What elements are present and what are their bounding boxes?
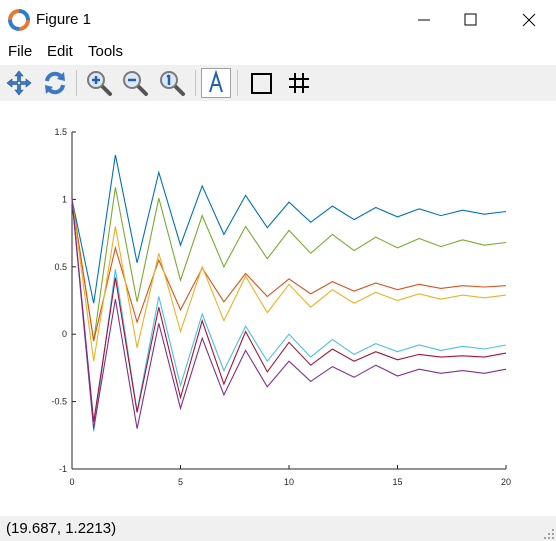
pan-icon bbox=[6, 70, 32, 96]
minimize-button[interactable] bbox=[400, 0, 450, 40]
window-title: Figure 1 bbox=[36, 11, 92, 28]
line-chart[interactable]: 0 5 10 15 20 -1 -0.5 0 0.5 1 1.5 bbox=[0, 101, 556, 516]
zoom-out-button[interactable] bbox=[120, 68, 150, 98]
series-line-7 bbox=[71, 199, 507, 429]
toolbar-separator bbox=[237, 70, 238, 96]
x-tick-label: 20 bbox=[501, 477, 511, 487]
zoom-in-icon bbox=[87, 71, 112, 96]
figure-canvas[interactable]: 0 5 10 15 20 -1 -0.5 0 0.5 1 1.5 bbox=[0, 101, 556, 516]
text-annotation-button[interactable] bbox=[201, 68, 231, 98]
zoom-reset-button[interactable] bbox=[157, 68, 187, 98]
series-line-2 bbox=[71, 187, 507, 341]
y-tick-label: -1 bbox=[59, 464, 67, 474]
series-line-5 bbox=[71, 199, 507, 432]
zoom-out-icon bbox=[123, 71, 148, 96]
menu-bar: File Edit Tools bbox=[0, 41, 556, 65]
maximize-button[interactable] bbox=[446, 0, 496, 40]
menu-tools[interactable]: Tools bbox=[88, 43, 123, 60]
x-tick-label: 5 bbox=[178, 477, 183, 487]
grid-toggle-icon bbox=[289, 73, 309, 93]
zoom-in-button[interactable] bbox=[84, 68, 114, 98]
box-toggle-icon bbox=[251, 73, 272, 94]
menu-file[interactable]: File bbox=[8, 43, 32, 60]
toolbar-separator bbox=[76, 70, 77, 96]
octave-logo-icon bbox=[8, 9, 30, 31]
zoom-reset-icon bbox=[160, 71, 185, 96]
close-button[interactable] bbox=[504, 0, 554, 40]
y-tick-label: 0.5 bbox=[54, 262, 67, 272]
maximize-icon bbox=[464, 13, 477, 26]
menu-edit[interactable]: Edit bbox=[47, 43, 73, 60]
title-bar: Figure 1 bbox=[0, 0, 556, 40]
y-tick-label: -0.5 bbox=[51, 397, 67, 407]
y-tick-label: 1.5 bbox=[54, 127, 67, 137]
series-line-6 bbox=[71, 199, 507, 422]
x-tick-label: 10 bbox=[284, 477, 294, 487]
minimize-icon bbox=[418, 19, 430, 21]
rotate-icon bbox=[45, 71, 65, 95]
grid-toggle-button[interactable] bbox=[284, 68, 314, 98]
text-annotation-icon bbox=[209, 69, 223, 93]
pan-button[interactable] bbox=[4, 68, 34, 98]
rotate-button[interactable] bbox=[40, 68, 70, 98]
resize-grip-icon[interactable] bbox=[544, 529, 554, 539]
toolbar-separator bbox=[195, 70, 196, 96]
toolbar bbox=[0, 65, 556, 101]
y-tick-label: 0 bbox=[62, 329, 67, 339]
series-line-1 bbox=[71, 154, 507, 304]
status-bar: (19.687, 1.2213) bbox=[0, 516, 556, 541]
y-tick-label: 1 bbox=[62, 194, 67, 204]
box-toggle-button[interactable] bbox=[247, 68, 277, 98]
x-tick-label: 0 bbox=[69, 477, 74, 487]
series-line-3 bbox=[71, 199, 507, 342]
cursor-coordinates: (19.687, 1.2213) bbox=[6, 520, 117, 537]
series-line-4 bbox=[71, 199, 507, 362]
x-tick-label: 15 bbox=[392, 477, 402, 487]
close-icon bbox=[522, 13, 536, 27]
